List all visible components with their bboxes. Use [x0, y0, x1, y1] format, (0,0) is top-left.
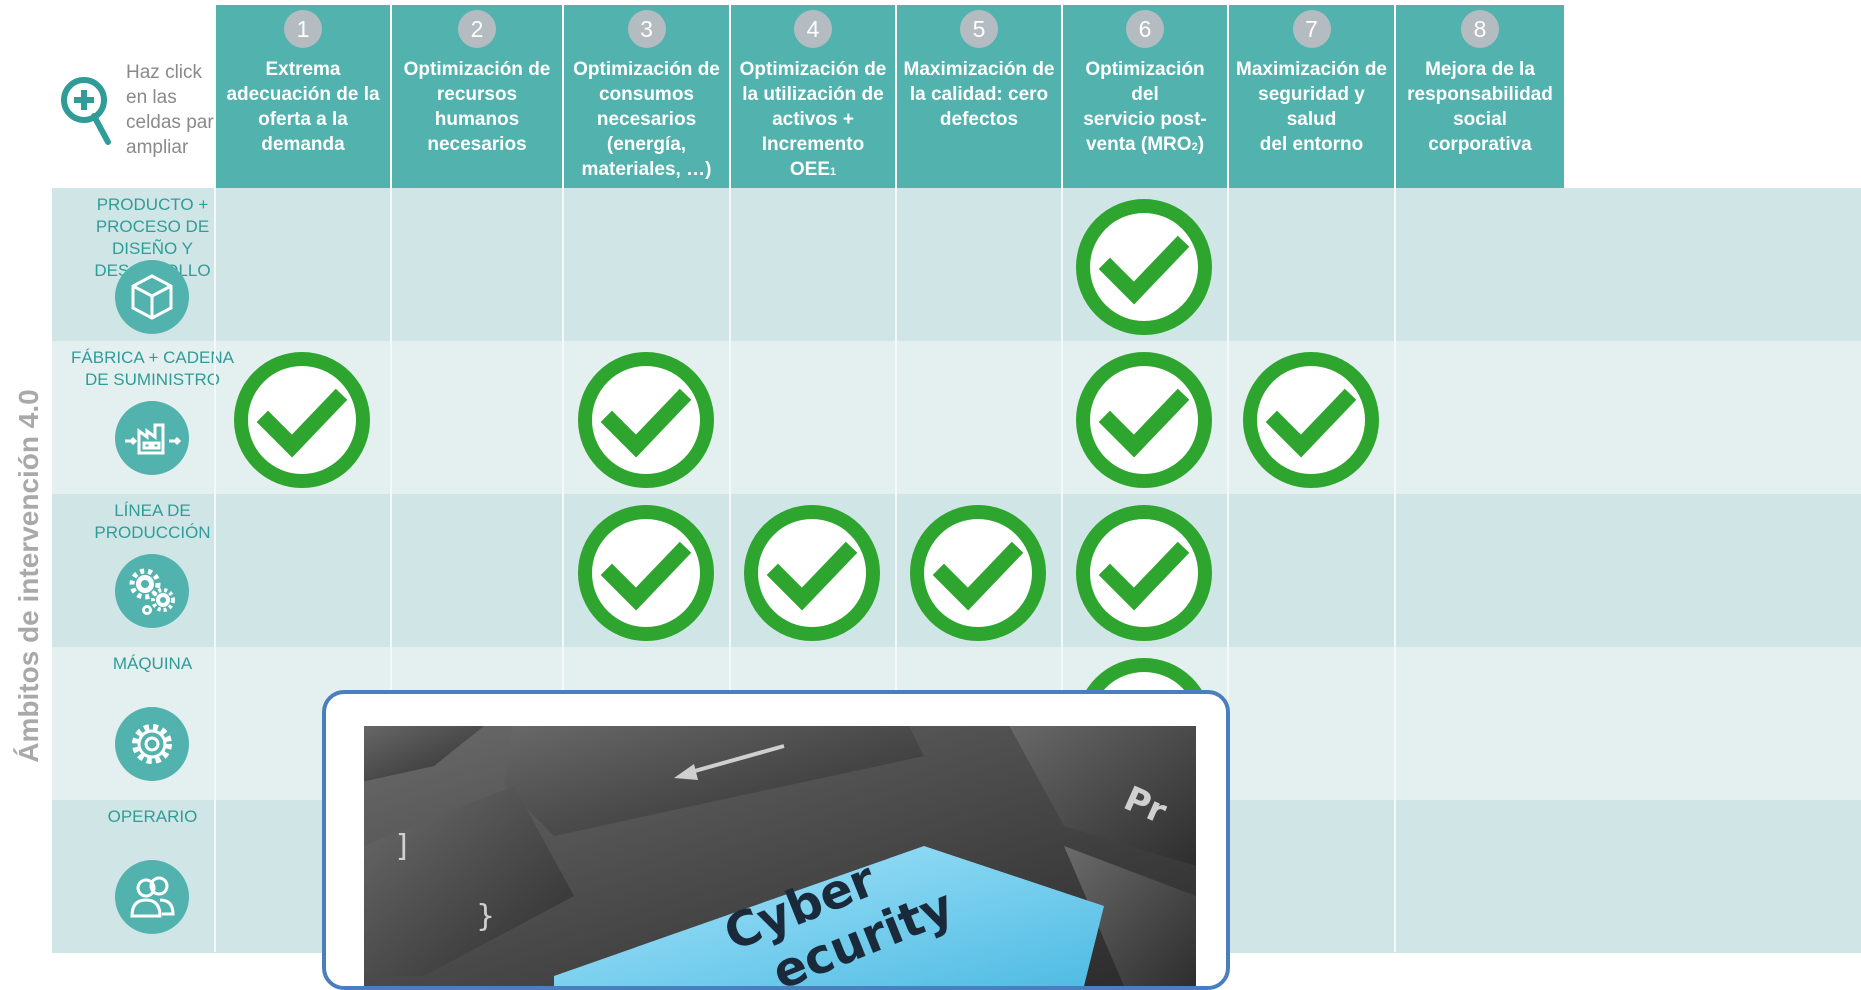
column-header-text: Optimización de consumos necesarios (ene… [573, 59, 720, 180]
image-popup[interactable]: ] } Cyber ecurity Pr [322, 690, 1230, 990]
column-number-badge: 8 [1461, 10, 1499, 48]
row-header-label: OPERARIO [107, 807, 198, 826]
side-axis-title: Ámbitos de intervención 4.0 [0, 0, 52, 952]
row-header[interactable]: MÁQUINA [52, 647, 253, 800]
row-icon-badge [115, 554, 189, 628]
column-header-6[interactable]: 6 Optimización del servicio post- venta (… [1061, 5, 1227, 188]
row-header[interactable]: OPERARIO [52, 800, 253, 953]
column-header-label: Optimización de la utilización de activo… [731, 57, 895, 185]
column-header-text: Extrema adecuación de la oferta a la dem… [226, 59, 380, 155]
column-number-badge: 1 [284, 10, 322, 48]
column-number-badge: 2 [458, 10, 496, 48]
row-header[interactable]: FÁBRICA + CADENA DE SUMINISTRO [52, 341, 253, 494]
check-mark-icon[interactable] [908, 503, 1048, 643]
check-mark-icon[interactable] [1241, 350, 1381, 490]
brace-glyph: } [476, 899, 495, 934]
box-icon [131, 274, 173, 320]
column-header-label: Optimización de consumos necesarios (ene… [564, 57, 729, 182]
cyber-security-photo: ] } Cyber ecurity Pr [364, 726, 1196, 986]
column-header-label: Mejora de la responsabilidad social corp… [1396, 57, 1564, 157]
column-number-badge: 7 [1292, 10, 1331, 48]
check-mark-icon[interactable] [742, 503, 882, 643]
column-header-7[interactable]: 7 Maximización de seguridad y salud del e… [1227, 5, 1394, 188]
factory-icon [125, 423, 182, 455]
column-number-badge: 3 [627, 10, 666, 48]
row-header[interactable]: PRODUCTO + PROCESO DE DISEÑO Y DESARROLL… [52, 188, 253, 341]
column-header-text: Maximización de seguridad y salud del en… [1236, 59, 1387, 155]
column-header-text: Maximización de la calidad: cero defecto… [903, 59, 1055, 130]
column-header-5[interactable]: 5 Maximización de la calidad: cero defect… [895, 5, 1061, 188]
keyboard-image: ] } Cyber ecurity Pr [364, 726, 1196, 986]
column-header-8[interactable]: 8 Mejora de la responsabilidad social cor… [1394, 5, 1564, 188]
check-mark-icon[interactable] [232, 350, 372, 490]
check-mark-icon[interactable] [576, 350, 716, 490]
column-number-badge: 5 [960, 10, 998, 48]
side-axis-title-text: Ámbitos de intervención 4.0 [13, 389, 44, 763]
column-header-label: Maximización de la calidad: cero defecto… [897, 57, 1061, 132]
column-header-label: Extrema adecuación de la oferta a la dem… [216, 57, 390, 157]
row-header[interactable]: LÍNEA DE PRODUCCIÓN [52, 494, 253, 647]
gears-icon [129, 568, 175, 615]
column-header-text: Optimización de recursos humanos necesar… [403, 59, 551, 155]
check-mark-icon[interactable] [1074, 503, 1214, 643]
column-header-text: Optimización de la utilización de activo… [739, 59, 887, 180]
column-number-badge: 6 [1126, 10, 1164, 48]
column-header-label: Maximización de seguridad y salud del en… [1229, 57, 1394, 157]
column-header-1[interactable]: 1 Extrema adecuación de la oferta a la de… [214, 5, 390, 188]
users-icon [130, 876, 175, 918]
column-divider [1394, 188, 1396, 952]
column-header-2[interactable]: 2 Optimización de recursos humanos necesa… [390, 5, 562, 188]
column-header-label: Optimización de recursos humanos necesar… [392, 57, 562, 157]
column-header-footnote: 1 [830, 166, 837, 178]
column-number-badge: 4 [794, 10, 832, 48]
row-header-label: LÍNEA DE PRODUCCIÓN [94, 501, 211, 542]
gear-icon [132, 724, 172, 764]
row-header-label: MÁQUINA [112, 654, 193, 673]
column-header-label: Optimización del servicio post- venta (M… [1063, 57, 1227, 160]
column-header-3[interactable]: 3 Optimización de consumos necesarios (en… [562, 5, 729, 188]
zoom-plus-icon[interactable] [60, 76, 114, 148]
row-icon-badge [115, 860, 189, 934]
column-header-text: Optimización del servicio post- venta (M… [1083, 59, 1207, 155]
column-divider [214, 188, 216, 952]
column-header-tail: ) [1197, 134, 1205, 155]
row-icon-badge [115, 260, 189, 334]
bracket-glyph: ] [396, 829, 408, 864]
check-mark-icon[interactable] [1074, 350, 1214, 490]
row-band[interactable] [52, 188, 1861, 341]
row-header-label: FÁBRICA + CADENA DE SUMINISTRO [71, 348, 234, 389]
column-header-text: Mejora de la responsabilidad social corp… [1407, 59, 1553, 155]
check-mark-icon[interactable] [1074, 197, 1214, 337]
row-icon-badge [115, 707, 189, 781]
row-icon-badge [115, 401, 189, 475]
column-header-4[interactable]: 4 Optimización de la utilización de activ… [729, 5, 895, 188]
check-mark-icon[interactable] [576, 503, 716, 643]
